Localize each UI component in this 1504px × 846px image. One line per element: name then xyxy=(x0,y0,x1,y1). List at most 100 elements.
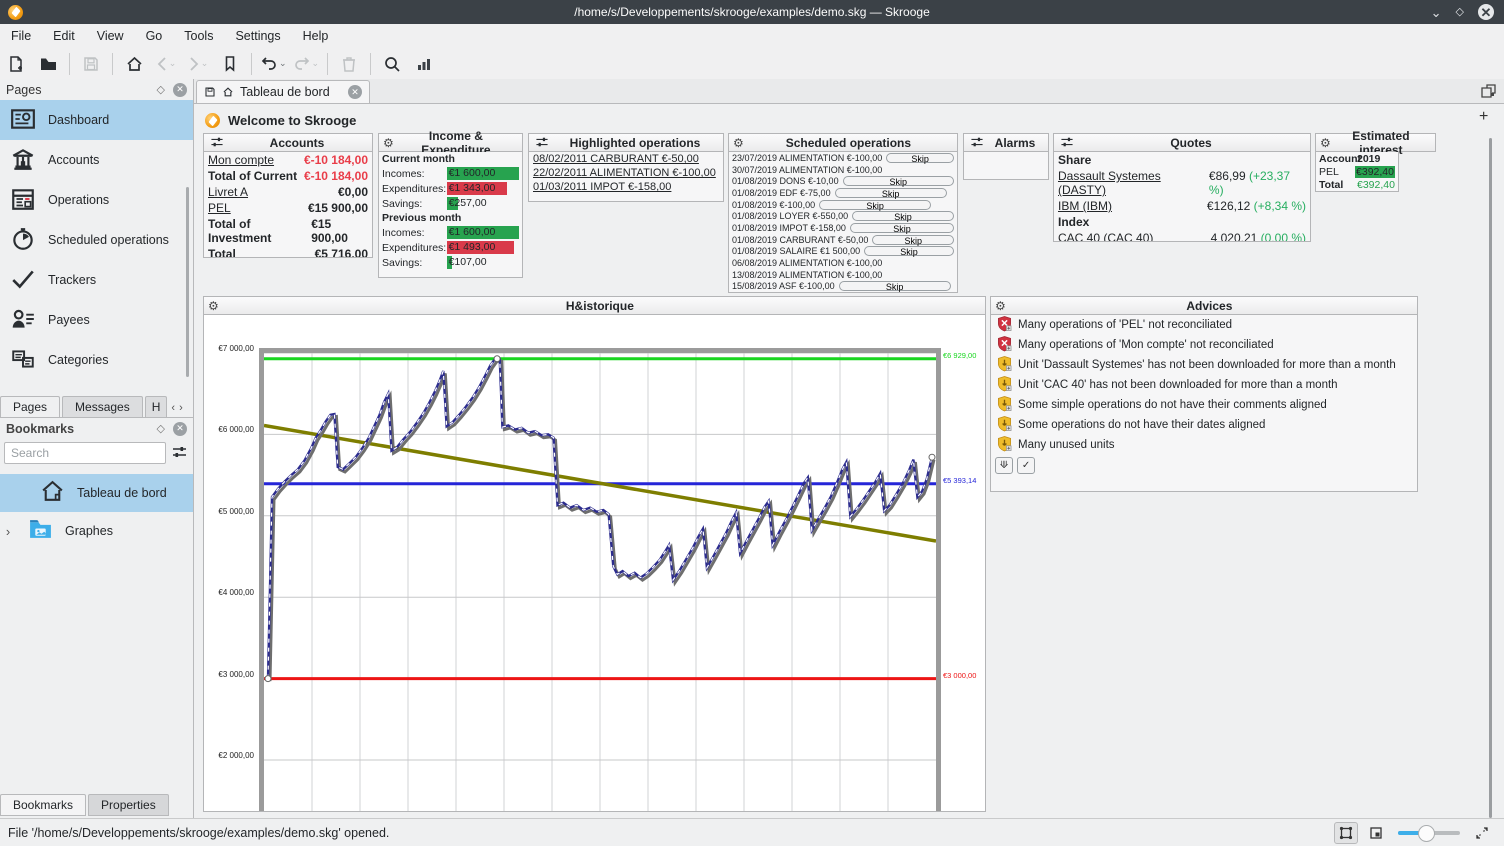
account-link[interactable]: Livret A xyxy=(208,185,248,199)
forward-button[interactable]: ⌄ xyxy=(185,51,211,77)
expander-icon[interactable]: › xyxy=(0,524,16,539)
account-link[interactable]: PEL xyxy=(208,201,231,215)
redo-button[interactable]: ⌄ xyxy=(293,51,320,77)
quote-row: CAC 40 (CAC 40)4 020,21 (0,00 %) xyxy=(1054,230,1310,242)
highlighted-operation-link[interactable]: 22/02/2011 ALIMENTATION €-100,00 xyxy=(529,166,723,180)
tab-close-icon[interactable]: ✕ xyxy=(348,85,362,99)
menu-help[interactable]: Help xyxy=(292,26,340,46)
bookmark-item-tableau-de-bord[interactable]: Tableau de bord xyxy=(0,474,193,512)
highlighted-operation-link[interactable]: 08/02/2011 CARBURANT €-50,00 xyxy=(529,152,723,166)
account-link[interactable]: Mon compte xyxy=(208,153,274,167)
tabs-scroll-right-icon[interactable]: › xyxy=(177,402,185,414)
advice-row[interactable]: Some operations do not have their dates … xyxy=(991,415,1417,435)
sidebar-item-operations[interactable]: Operations xyxy=(0,180,193,220)
zoom-slider[interactable] xyxy=(1398,831,1460,835)
advice-row[interactable]: Many unused units xyxy=(991,435,1417,455)
configure-icon[interactable]: ⚙ xyxy=(733,137,744,149)
alert-shield-icon xyxy=(997,315,1012,335)
skip-button[interactable]: Skip xyxy=(839,281,951,291)
skip-button[interactable]: Skip xyxy=(850,223,954,233)
advice-row[interactable]: Many operations of 'PEL' not reconciliat… xyxy=(991,315,1417,335)
advice-row[interactable]: Some simple operations do not have their… xyxy=(991,395,1417,415)
folder-icon xyxy=(28,517,53,545)
main-scrollbar[interactable] xyxy=(1489,138,1492,818)
panel-tab-messages[interactable]: Messages xyxy=(62,396,143,417)
bottom-tab-properties[interactable]: Properties xyxy=(88,794,169,816)
sidebar-item-categories[interactable]: Categories xyxy=(0,340,193,380)
highlighted-operation-link[interactable]: 01/03/2011 IMPOT €-158,00 xyxy=(529,180,723,194)
close-icon[interactable]: ✕ xyxy=(1478,4,1494,20)
quote-link[interactable]: IBM (IBM) xyxy=(1058,199,1112,213)
panel-tab-h[interactable]: H xyxy=(145,396,168,417)
quote-link[interactable]: CAC 40 (CAC 40) xyxy=(1058,231,1153,242)
pages-scrollbar[interactable] xyxy=(186,187,189,377)
menu-go[interactable]: Go xyxy=(135,26,174,46)
sidebar-item-dashboard[interactable]: Dashboard xyxy=(0,100,193,140)
account-row: PEL€15 900,00 xyxy=(204,200,372,216)
new-document-button[interactable] xyxy=(3,51,29,77)
bookmark-button[interactable] xyxy=(217,51,243,77)
report-chart-button[interactable] xyxy=(411,51,437,77)
advice-row[interactable]: Many operations of 'Mon compte' not reco… xyxy=(991,335,1417,355)
configure-icon[interactable]: ⚙ xyxy=(208,300,219,312)
advices-apply-icon[interactable]: ✓ xyxy=(1017,457,1035,474)
menu-tools[interactable]: Tools xyxy=(173,26,224,46)
sliders-icon[interactable] xyxy=(533,136,551,150)
add-widget-button[interactable]: + xyxy=(1479,108,1488,126)
zoom-slider-knob[interactable] xyxy=(1418,825,1435,842)
panel-float-icon[interactable]: ◇ xyxy=(157,83,165,96)
maximize-icon[interactable]: ◇ xyxy=(1456,7,1464,18)
advice-row[interactable]: Unit 'Dassault Systemes' has not been do… xyxy=(991,355,1417,375)
panel-tab-pages[interactable]: Pages xyxy=(0,396,60,417)
bottom-tab-bookmarks[interactable]: Bookmarks xyxy=(0,794,86,816)
undo-button[interactable]: ⌄ xyxy=(260,51,287,77)
sidebar-item-trackers[interactable]: Trackers xyxy=(0,260,193,300)
panel-float-icon[interactable]: ◇ xyxy=(157,422,165,435)
skip-button[interactable]: Skip xyxy=(852,211,954,221)
advice-row[interactable]: Unit 'CAC 40' has not been downloaded fo… xyxy=(991,375,1417,395)
sliders-icon[interactable] xyxy=(968,136,986,150)
bookmarks-panel-title: Bookmarks xyxy=(6,422,149,436)
delete-button[interactable] xyxy=(336,51,362,77)
fit-selection-button[interactable] xyxy=(1364,822,1388,844)
panel-close-icon[interactable]: ✕ xyxy=(173,422,187,436)
configure-icon[interactable]: ⚙ xyxy=(995,300,1006,312)
filter-icon[interactable] xyxy=(172,445,187,459)
configure-icon[interactable]: ⚙ xyxy=(1320,137,1331,149)
menu-edit[interactable]: Edit xyxy=(42,26,86,46)
menu-settings[interactable]: Settings xyxy=(224,26,291,46)
skip-button[interactable]: Skip xyxy=(872,235,954,245)
menu-view[interactable]: View xyxy=(86,26,135,46)
detach-tab-icon[interactable] xyxy=(1481,84,1496,98)
sidebar-item-accounts[interactable]: Accounts xyxy=(0,140,193,180)
panel-close-icon[interactable]: ✕ xyxy=(173,83,187,97)
save-button[interactable] xyxy=(78,51,104,77)
skip-button[interactable]: Skip xyxy=(835,188,947,198)
skip-button[interactable]: Skip xyxy=(843,176,954,186)
tab-tableau-de-bord[interactable]: Tableau de bord ✕ xyxy=(196,80,370,103)
advices-more-icon[interactable]: ⟱ xyxy=(995,457,1013,474)
widget-body-highlighted-operations: 08/02/2011 CARBURANT €-50,0022/02/2011 A… xyxy=(528,152,724,202)
home-button[interactable] xyxy=(121,51,147,77)
skip-button[interactable]: Skip xyxy=(864,246,954,256)
zoom-expand-icon[interactable] xyxy=(1470,822,1494,844)
minimize-icon[interactable]: ⌄ xyxy=(1431,6,1442,19)
sliders-icon[interactable] xyxy=(208,136,226,150)
bookmark-item-graphes[interactable]: ›Graphes xyxy=(0,512,193,550)
sliders-icon[interactable] xyxy=(1058,136,1076,150)
menu-file[interactable]: File xyxy=(0,26,42,46)
skip-button[interactable]: Skip xyxy=(819,200,931,210)
open-file-button[interactable] xyxy=(35,51,61,77)
quote-value: €126,12 (+8,34 %) xyxy=(1207,199,1306,213)
tabs-scroll-left-icon[interactable]: ‹ xyxy=(169,402,177,414)
alert-shield-icon xyxy=(997,335,1012,355)
bookmarks-search-input[interactable] xyxy=(4,442,166,464)
back-button[interactable]: ⌄ xyxy=(153,51,179,77)
fit-page-button[interactable] xyxy=(1334,822,1358,844)
skip-button[interactable]: Skip xyxy=(886,153,954,163)
sidebar-item-scheduled-operations[interactable]: Scheduled operations xyxy=(0,220,193,260)
search-button[interactable] xyxy=(379,51,405,77)
sidebar-item-payees[interactable]: Payees xyxy=(0,300,193,340)
configure-icon[interactable]: ⚙ xyxy=(383,137,394,149)
quote-link[interactable]: Dassault Systemes (DASTY) xyxy=(1058,169,1209,197)
